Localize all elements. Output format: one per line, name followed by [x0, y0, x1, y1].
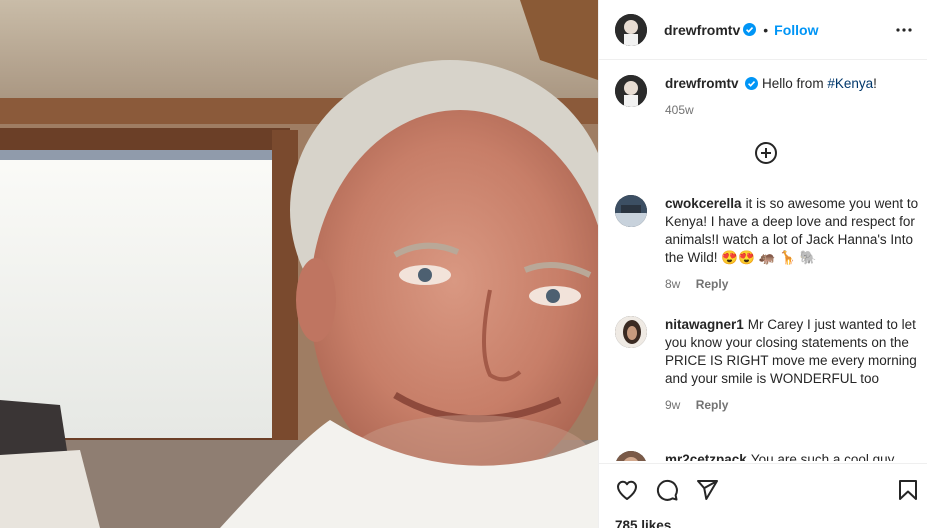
- verified-badge-icon: [743, 23, 757, 36]
- caption-end: !: [873, 76, 877, 91]
- author-avatar[interactable]: [615, 13, 647, 46]
- comment-item: cwokcerella it is so awesome you went to …: [615, 195, 923, 293]
- bookmark-icon[interactable]: [896, 478, 920, 502]
- caption-body: Hello from: [762, 76, 828, 91]
- comment-item: mr2cetzpack You are such a cool guy: [615, 451, 923, 461]
- comment-icon[interactable]: [655, 478, 679, 502]
- follow-button[interactable]: Follow: [774, 22, 818, 38]
- verified-badge-icon: [745, 77, 759, 90]
- post-photo[interactable]: [0, 0, 598, 528]
- post-detail-panel: drewfromtv • Follow drewfromtv Hello fro…: [598, 0, 927, 528]
- caption-username[interactable]: drewfromtv: [665, 76, 739, 91]
- commenter-avatar[interactable]: [615, 451, 647, 461]
- caption-row: drewfromtv Hello from #Kenya! 405w: [615, 75, 923, 119]
- comment-item: nitawagner1 Mr Carey I just wanted to let…: [615, 316, 923, 414]
- comment-meta: 9w Reply: [665, 396, 923, 414]
- comments-list[interactable]: drewfromtv Hello from #Kenya! 405w cwokc…: [599, 61, 927, 461]
- header-separator: •: [763, 21, 769, 38]
- commenter-username[interactable]: cwokcerella: [665, 196, 742, 211]
- commenter-username[interactable]: nitawagner1: [665, 317, 744, 332]
- commenter-avatar[interactable]: [615, 195, 647, 227]
- comment-age: 9w: [665, 398, 681, 412]
- post-header: drewfromtv • Follow: [599, 0, 927, 60]
- selfie-image: [0, 0, 598, 528]
- likes-count[interactable]: 785 likes: [615, 518, 671, 528]
- reply-button[interactable]: Reply: [696, 277, 729, 291]
- reply-button[interactable]: Reply: [696, 398, 729, 412]
- heart-icon[interactable]: [615, 478, 639, 502]
- caption-hashtag[interactable]: #Kenya: [827, 76, 873, 91]
- comment-text: mr2cetzpack You are such a cool guy: [665, 451, 923, 461]
- commenter-avatar[interactable]: [615, 316, 647, 348]
- post-actions-bar: 785 likes: [599, 463, 927, 528]
- comment-age: 8w: [665, 277, 681, 291]
- caption-text: drewfromtv Hello from #Kenya! 405w: [665, 75, 923, 119]
- comment-body: You are such a cool guy: [750, 452, 895, 461]
- comment-meta: 8w Reply: [665, 275, 923, 293]
- caption-age: 405w: [665, 103, 694, 117]
- load-more-comments-icon[interactable]: [754, 141, 778, 165]
- comment-text: nitawagner1 Mr Carey I just wanted to let…: [665, 316, 923, 414]
- more-options-icon[interactable]: [892, 18, 916, 42]
- comment-text: cwokcerella it is so awesome you went to …: [665, 195, 923, 293]
- share-icon[interactable]: [695, 478, 719, 502]
- commenter-username[interactable]: mr2cetzpack: [665, 452, 747, 461]
- caption-meta: 405w: [665, 101, 923, 119]
- author-username[interactable]: drewfromtv: [664, 22, 740, 38]
- author-avatar[interactable]: [615, 75, 647, 107]
